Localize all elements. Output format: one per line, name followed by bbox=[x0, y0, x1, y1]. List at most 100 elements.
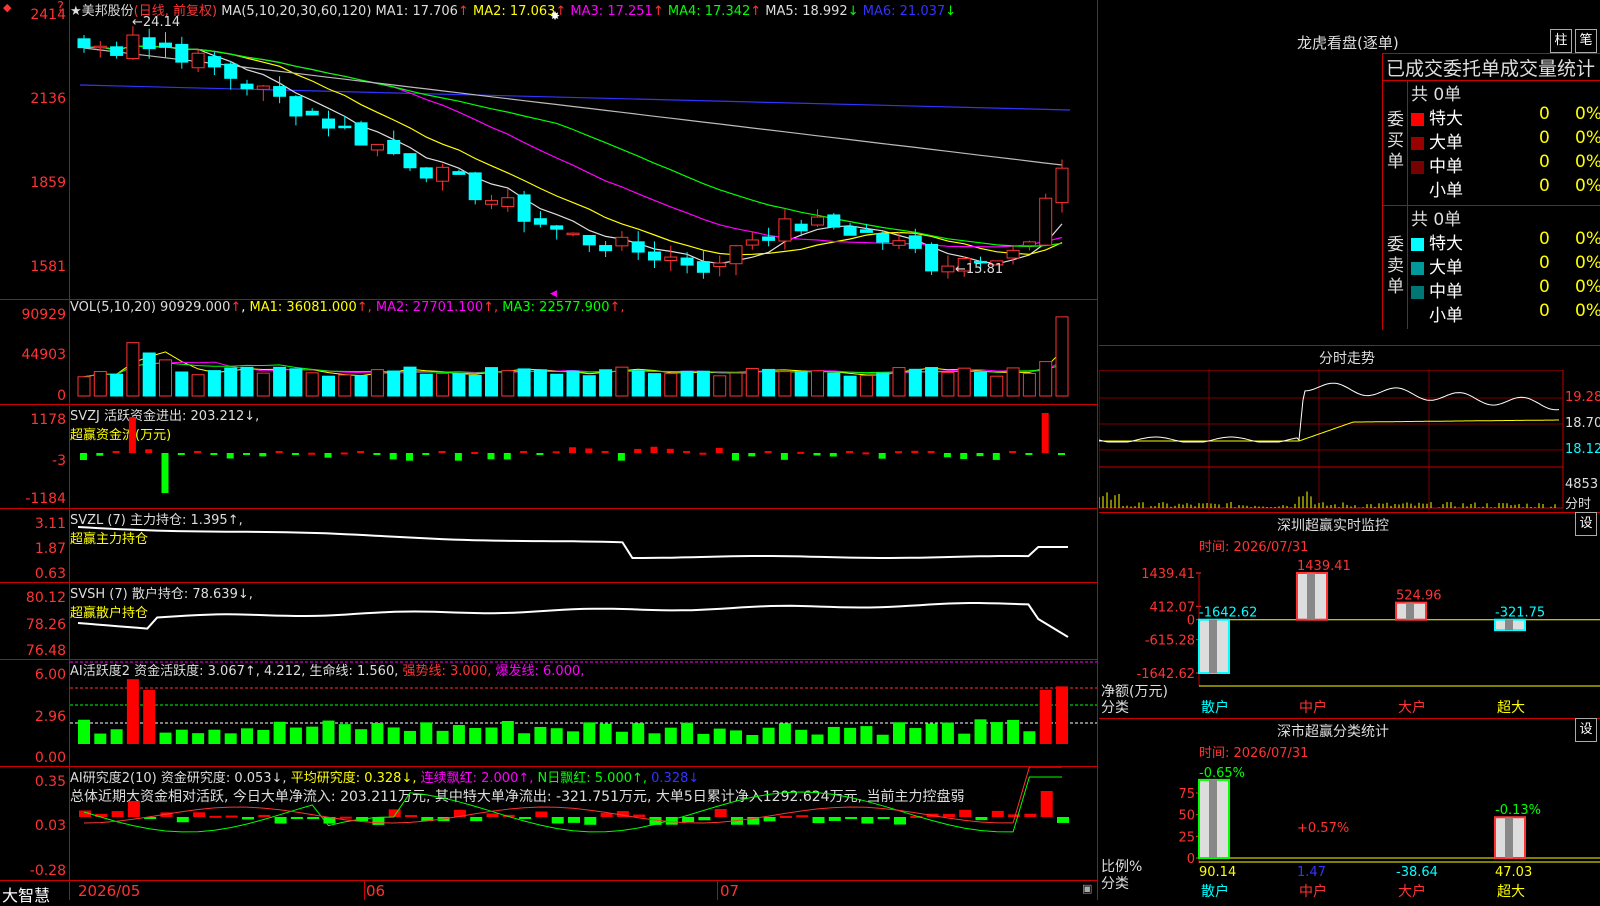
sz-class-settings-button[interactable]: 设 bbox=[1575, 718, 1597, 742]
sz-monitor-cat-label: 分类 bbox=[1101, 700, 1129, 716]
y-tick: 1.87 bbox=[34, 541, 66, 557]
ai-activity-chart[interactable] bbox=[70, 660, 1097, 766]
bar-value-label: -38.64 bbox=[1396, 865, 1438, 880]
y-tick: -1184 bbox=[25, 491, 66, 507]
order-type-label: 特大 bbox=[1429, 109, 1463, 129]
right-panel: 龙虎看盘(逐单) 柱 笔 已成交委托单成交量统计 委买单 委卖单 共 0单 共 … bbox=[1099, 0, 1600, 900]
left-chart-area[interactable]: ◆ ? ★美邦股份(日线, 前复权) MA(5,10,20,30,60,120)… bbox=[0, 0, 1098, 905]
activity-bar bbox=[876, 734, 889, 744]
sz-monitor-chart[interactable]: 1439.41412.070-615.28-1642.62-1642.62143… bbox=[1099, 555, 1600, 715]
candle-body bbox=[354, 122, 368, 146]
research-bar bbox=[551, 817, 564, 824]
activity-bar bbox=[762, 727, 775, 744]
research-bar bbox=[942, 813, 955, 817]
sz-class-chart[interactable]: 75 50 25 0 -0.65% 90.14 +0.57% 1.47 -38.64 -0.13%… bbox=[1099, 760, 1600, 900]
order-type-label: 大单 bbox=[1429, 133, 1463, 153]
candle-body bbox=[1006, 249, 1020, 259]
candle-body bbox=[273, 86, 287, 97]
volume-bar bbox=[990, 375, 1004, 397]
y-tick: 25 bbox=[1178, 830, 1195, 845]
activity-bar bbox=[925, 723, 938, 744]
intraday-chart[interactable] bbox=[1099, 370, 1600, 510]
activity-bar bbox=[893, 722, 905, 744]
volume-bar bbox=[843, 375, 857, 397]
research-line bbox=[83, 776, 1062, 833]
volume-bar bbox=[550, 373, 564, 397]
volume-chart[interactable] bbox=[70, 300, 1097, 404]
activity-bar bbox=[420, 722, 433, 744]
color-swatch bbox=[1411, 160, 1424, 174]
order-percent: 0% bbox=[1575, 176, 1600, 196]
order-percent: 0% bbox=[1575, 152, 1600, 172]
research-bar bbox=[779, 815, 792, 818]
order-type-label: 小单 bbox=[1429, 306, 1463, 326]
marker-icon: ✸ bbox=[550, 9, 560, 23]
flow-bar bbox=[992, 453, 1000, 460]
activity-bar bbox=[78, 719, 90, 744]
intraday-vol-label: 分时 bbox=[1565, 497, 1592, 512]
order-count: 0 bbox=[1539, 229, 1550, 249]
sz-class-time: 时间: 2026/07/31 bbox=[1199, 746, 1309, 761]
research-bar bbox=[975, 817, 988, 821]
volume-bar bbox=[338, 374, 352, 397]
flow-bar bbox=[503, 453, 511, 460]
main-holding-chart[interactable] bbox=[70, 509, 1097, 582]
flow-bar bbox=[846, 451, 854, 453]
volume-bar bbox=[419, 373, 433, 397]
class-bar bbox=[1198, 778, 1230, 859]
activity-bar bbox=[241, 728, 253, 744]
candle-body bbox=[599, 245, 613, 252]
activity-bar bbox=[485, 727, 498, 744]
intraday-tick-mid: 18.70 bbox=[1565, 416, 1600, 431]
y-tick: 2.96 bbox=[34, 709, 66, 725]
candlestick-chart[interactable]: ✸◀ bbox=[70, 0, 1097, 299]
vol-y-axis: 90929 44903 0 bbox=[0, 300, 66, 404]
volume-bar bbox=[77, 376, 91, 397]
candle-body bbox=[1055, 167, 1069, 204]
activity-bar bbox=[550, 728, 563, 744]
candle-body bbox=[110, 46, 124, 56]
order-percent: 0% bbox=[1575, 277, 1600, 297]
y-tick: 1859 bbox=[30, 175, 66, 191]
lock-icon[interactable]: ▣ bbox=[1082, 882, 1092, 895]
research-bar bbox=[307, 817, 320, 819]
activity-bar bbox=[795, 729, 808, 744]
bar-view-button[interactable]: 柱 bbox=[1550, 29, 1572, 53]
y-tick: 90929 bbox=[21, 307, 66, 323]
candle-body bbox=[485, 200, 498, 205]
research-bar bbox=[486, 813, 499, 817]
flow-bar bbox=[177, 453, 185, 455]
research-bar bbox=[845, 817, 858, 819]
activity-bar bbox=[664, 727, 677, 744]
candle-body bbox=[794, 223, 808, 232]
volume-bar bbox=[811, 370, 824, 397]
volume-bar bbox=[533, 369, 547, 397]
sz-monitor-settings-button[interactable]: 设 bbox=[1575, 512, 1597, 536]
research-bar bbox=[796, 815, 809, 818]
y-tick: 6.00 bbox=[34, 667, 66, 683]
candle-body bbox=[827, 214, 841, 228]
volume-bar bbox=[207, 370, 221, 397]
fund-flow-chart[interactable] bbox=[70, 405, 1097, 508]
activity-bar bbox=[452, 725, 465, 744]
retail-holding-chart[interactable] bbox=[70, 583, 1097, 659]
activity-bar bbox=[371, 723, 384, 744]
pen-view-button[interactable]: 笔 bbox=[1575, 29, 1597, 53]
flow-bar bbox=[128, 417, 136, 453]
ai-research-y-axis: 0.35 0.03 -0.28 bbox=[0, 767, 66, 880]
flow-bar bbox=[683, 451, 691, 453]
candle-body bbox=[631, 241, 645, 253]
activity-bar bbox=[1023, 731, 1036, 744]
brand-label: 大智慧 bbox=[2, 886, 51, 905]
activity-bar bbox=[599, 723, 612, 744]
monitor-bar bbox=[1494, 618, 1526, 632]
volume-bar bbox=[745, 368, 759, 397]
flow-bar bbox=[275, 451, 283, 453]
y-tick: 2136 bbox=[30, 91, 66, 107]
activity-bar bbox=[273, 721, 286, 744]
candle-body bbox=[892, 240, 906, 246]
volume-bar bbox=[876, 372, 890, 397]
volume-bar bbox=[778, 371, 792, 397]
ai-research-chart[interactable] bbox=[70, 767, 1097, 880]
flow-bar bbox=[829, 453, 837, 457]
